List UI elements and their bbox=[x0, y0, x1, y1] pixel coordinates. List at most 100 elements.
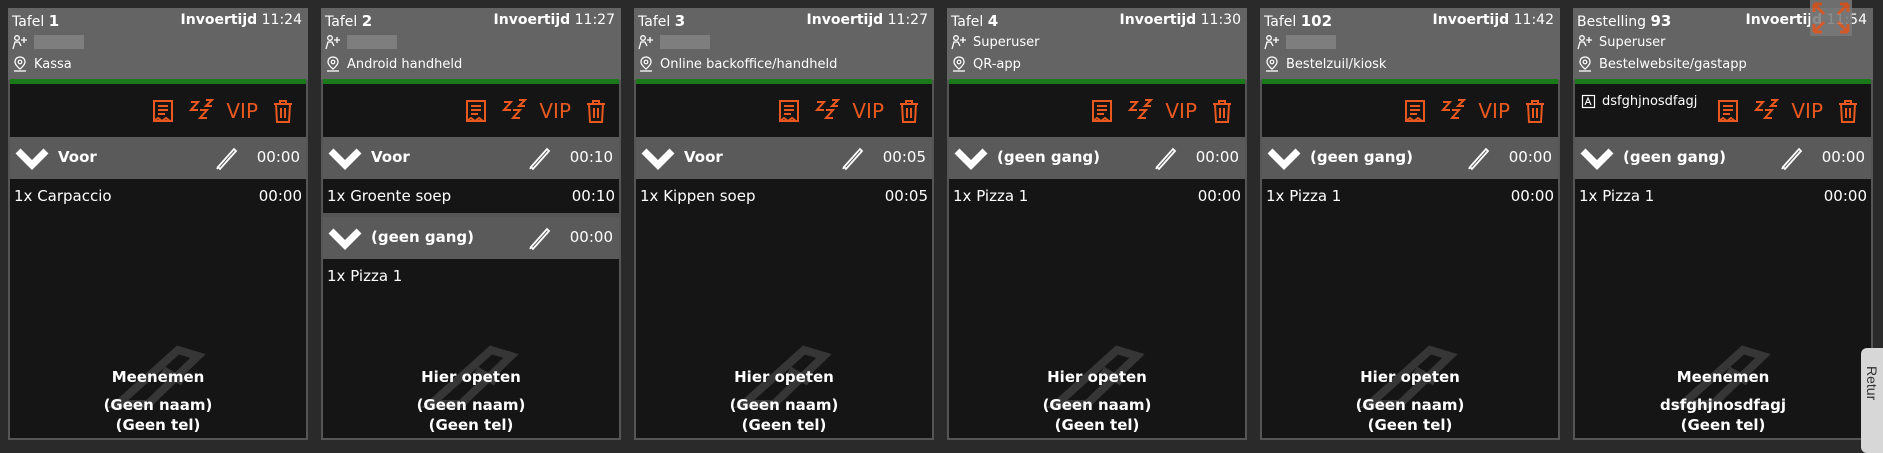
order-item[interactable]: 1x Groente soep bbox=[327, 187, 451, 205]
snooze-icon[interactable] bbox=[501, 98, 528, 124]
waiter-icon bbox=[12, 35, 27, 50]
vip-button[interactable]: VIP bbox=[852, 99, 884, 123]
course-name: Voor bbox=[684, 148, 723, 166]
pen-icon[interactable] bbox=[527, 225, 553, 251]
course-name: Voor bbox=[371, 148, 410, 166]
course-header[interactable]: (geen gang) 00:00 bbox=[949, 137, 1245, 179]
customer-name: (Geen naam) bbox=[103, 396, 213, 414]
item-time: 00:00 bbox=[1510, 187, 1554, 205]
card-header: Tafel 2 Invoertijd 11:27 Android handhel… bbox=[321, 8, 621, 80]
card-title: Tafel 4 bbox=[951, 12, 998, 30]
item-time: 00:00 bbox=[1823, 187, 1867, 205]
order-type: Hier opeten bbox=[421, 368, 521, 386]
card-actions: VIP bbox=[1703, 98, 1861, 124]
side-tab[interactable]: Retur bbox=[1861, 348, 1883, 453]
course-header[interactable]: Voor 00:00 bbox=[10, 137, 306, 179]
chevron-down-icon[interactable] bbox=[953, 143, 989, 173]
pen-icon[interactable] bbox=[214, 145, 240, 171]
order-card[interactable]: Tafel 2 Invoertijd 11:27 Android handhel… bbox=[321, 8, 621, 440]
snooze-icon[interactable] bbox=[188, 98, 215, 124]
user-name: Superuser bbox=[1599, 34, 1666, 50]
order-card[interactable]: Tafel 4 Invoertijd 11:30 Superuser QR-ap… bbox=[947, 8, 1247, 440]
course-header[interactable]: Voor 00:05 bbox=[636, 137, 932, 179]
customer-phone: (Geen tel) bbox=[741, 416, 827, 434]
customer-name: (Geen naam) bbox=[1042, 396, 1152, 414]
user-row bbox=[1264, 33, 1336, 51]
chevron-down-icon[interactable] bbox=[640, 143, 676, 173]
pen-icon[interactable] bbox=[1779, 145, 1805, 171]
entry-time: Invoertijd 11:27 bbox=[807, 12, 928, 28]
receipt-icon[interactable] bbox=[1402, 98, 1428, 124]
pen-icon[interactable] bbox=[840, 145, 866, 171]
receipt-icon[interactable] bbox=[463, 98, 489, 124]
entry-time: Invoertijd 11:27 bbox=[494, 12, 615, 28]
customer-phone: (Geen tel) bbox=[1680, 416, 1766, 434]
location-row: Bestelzuil/kiosk bbox=[1264, 55, 1386, 73]
order-item[interactable]: 1x Pizza 1 bbox=[1266, 187, 1341, 205]
order-item[interactable]: 1x Pizza 1 bbox=[953, 187, 1028, 205]
order-type: Hier opeten bbox=[734, 368, 834, 386]
customer-phone: (Geen tel) bbox=[1367, 416, 1453, 434]
course-header[interactable]: (geen gang) 00:00 bbox=[323, 217, 619, 259]
trash-icon[interactable] bbox=[1835, 98, 1861, 124]
order-item[interactable]: 1x Kippen soep bbox=[640, 187, 755, 205]
chevron-down-icon[interactable] bbox=[327, 143, 363, 173]
order-item[interactable]: 1x Carpaccio bbox=[14, 187, 112, 205]
snooze-icon[interactable] bbox=[1127, 98, 1154, 124]
customer-name: dsfghjnosdfagj bbox=[1660, 396, 1786, 414]
course-header[interactable]: (geen gang) 00:00 bbox=[1262, 137, 1558, 179]
vip-button[interactable]: VIP bbox=[1165, 99, 1197, 123]
trash-icon[interactable] bbox=[1522, 98, 1548, 124]
course-name: (geen gang) bbox=[1623, 148, 1726, 166]
trash-icon[interactable] bbox=[896, 98, 922, 124]
location-row: Online backoffice/handheld bbox=[638, 55, 837, 73]
chevron-down-icon[interactable] bbox=[327, 223, 363, 253]
course-header[interactable]: Voor 00:10 bbox=[323, 137, 619, 179]
course-time: 00:00 bbox=[569, 228, 613, 246]
vip-button[interactable]: VIP bbox=[1791, 99, 1823, 123]
order-card[interactable]: Bestelling 93 Invoertijd 11:54 Superuser… bbox=[1573, 8, 1873, 440]
order-item[interactable]: 1x Pizza 1 bbox=[327, 267, 402, 285]
chevron-down-icon[interactable] bbox=[1579, 143, 1615, 173]
pen-icon[interactable] bbox=[1466, 145, 1492, 171]
action-bar: VIP bbox=[1262, 84, 1558, 137]
order-card[interactable]: Tafel 102 Invoertijd 11:42 Bestelzuil/ki… bbox=[1260, 8, 1560, 440]
item-time: 00:10 bbox=[571, 187, 615, 205]
user-name-redacted bbox=[1286, 35, 1336, 49]
trash-icon[interactable] bbox=[270, 98, 296, 124]
pen-icon[interactable] bbox=[1153, 145, 1179, 171]
item-time: 00:00 bbox=[258, 187, 302, 205]
trash-icon[interactable] bbox=[583, 98, 609, 124]
card-actions: VIP bbox=[1390, 98, 1548, 124]
vip-button[interactable]: VIP bbox=[539, 99, 571, 123]
location-label: Android handheld bbox=[347, 56, 463, 72]
time-label: Invoertijd bbox=[1432, 12, 1510, 28]
snooze-icon[interactable] bbox=[814, 98, 841, 124]
card-actions: VIP bbox=[1077, 98, 1235, 124]
waiter-icon bbox=[1577, 35, 1592, 50]
receipt-icon[interactable] bbox=[1715, 98, 1741, 124]
order-card[interactable]: Tafel 1 Invoertijd 11:24 Kassa VIP Voor bbox=[8, 8, 308, 440]
chevron-down-icon[interactable] bbox=[14, 143, 50, 173]
title-prefix: Bestelling bbox=[1577, 14, 1647, 30]
note-text: dsfghjnosdfagj bbox=[1602, 94, 1698, 109]
customer-name: (Geen naam) bbox=[729, 396, 839, 414]
snooze-icon[interactable] bbox=[1440, 98, 1467, 124]
customer-phone: (Geen tel) bbox=[1054, 416, 1140, 434]
chevron-down-icon[interactable] bbox=[1266, 143, 1302, 173]
vip-button[interactable]: VIP bbox=[226, 99, 258, 123]
receipt-icon[interactable] bbox=[1089, 98, 1115, 124]
order-card[interactable]: Tafel 3 Invoertijd 11:27 Online backoffi… bbox=[634, 8, 934, 440]
order-type: Hier opeten bbox=[1360, 368, 1460, 386]
snooze-icon[interactable] bbox=[1753, 98, 1780, 124]
receipt-icon[interactable] bbox=[776, 98, 802, 124]
trash-icon[interactable] bbox=[1209, 98, 1235, 124]
vip-button[interactable]: VIP bbox=[1478, 99, 1510, 123]
pen-icon[interactable] bbox=[527, 145, 553, 171]
receipt-icon[interactable] bbox=[150, 98, 176, 124]
course-header[interactable]: (geen gang) 00:00 bbox=[1575, 137, 1871, 179]
expand-button[interactable] bbox=[1810, 0, 1852, 36]
note-icon bbox=[1581, 94, 1596, 109]
order-item[interactable]: 1x Pizza 1 bbox=[1579, 187, 1654, 205]
order-type: Meenemen bbox=[1676, 368, 1770, 386]
